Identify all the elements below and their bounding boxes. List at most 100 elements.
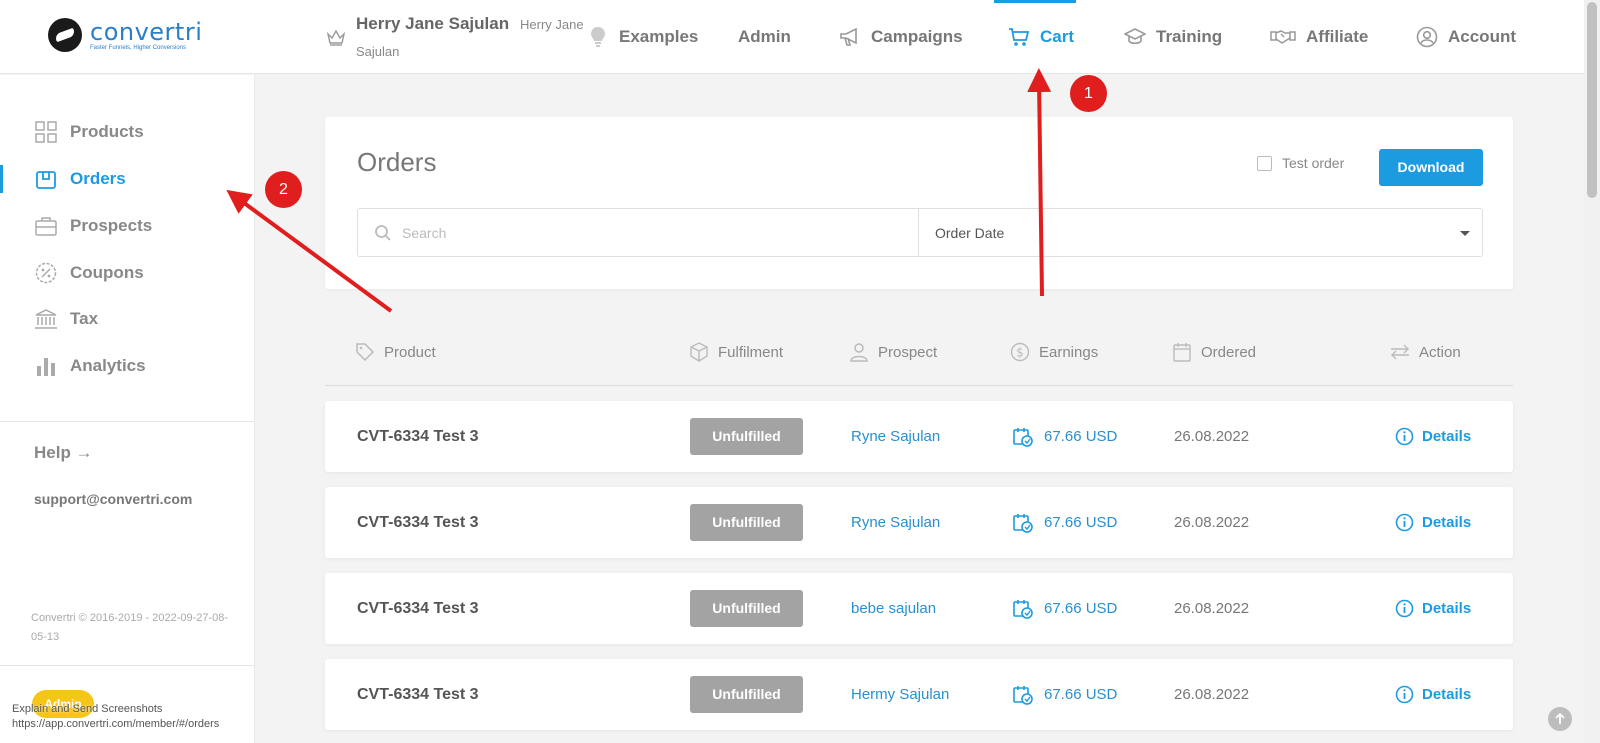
table-header: Product Fulfilment Prospect $ Earnings O… xyxy=(325,336,1513,386)
search-input[interactable]: Search xyxy=(357,208,919,257)
column-header-ordered[interactable]: Ordered xyxy=(1172,342,1256,362)
sort-select[interactable]: Order Date xyxy=(918,208,1483,257)
briefcase-icon xyxy=(34,214,58,238)
support-email[interactable]: support@convertri.com xyxy=(34,491,192,507)
column-label: Earnings xyxy=(1039,343,1099,361)
table-row[interactable]: CVT-6334 Test 3 Unfulfilled bebe sajulan… xyxy=(325,573,1513,644)
svg-text:$: $ xyxy=(1016,346,1024,360)
sidebar-item-coupons[interactable]: Coupons xyxy=(0,253,255,293)
sidebar-item-tax[interactable]: Tax xyxy=(0,299,255,339)
user-circle-icon xyxy=(1416,26,1438,48)
page-title: Orders xyxy=(357,147,437,177)
table-row[interactable]: CVT-6334 Test 3 Unfulfilled Hermy Sajula… xyxy=(325,659,1513,730)
earnings-value: 67.66 USD xyxy=(1044,686,1118,703)
graduation-cap-icon xyxy=(1124,26,1146,48)
prospect-link[interactable]: Hermy Sajulan xyxy=(851,659,949,730)
bar-chart-icon xyxy=(34,354,58,378)
annotation-marker-1: 1 xyxy=(1070,75,1107,112)
details-label: Details xyxy=(1422,686,1472,703)
status-badge: Unfulfilled xyxy=(690,590,803,627)
nav-campaigns[interactable]: Campaigns xyxy=(839,0,963,74)
details-link[interactable]: Details xyxy=(1395,401,1471,472)
sidebar-item-products[interactable]: Products xyxy=(0,112,255,152)
info-icon xyxy=(1395,427,1414,446)
status-cell: Unfulfilled xyxy=(690,573,803,644)
nav-account[interactable]: Account xyxy=(1416,0,1516,74)
column-label: Prospect xyxy=(878,343,938,361)
nav-label: Admin xyxy=(738,27,791,46)
lightbulb-icon xyxy=(587,26,609,48)
order-date: 26.08.2022 xyxy=(1174,514,1250,531)
brand-logo[interactable]: convertri Faster Funnels, Higher Convers… xyxy=(48,18,202,52)
earnings-value: 67.66 USD xyxy=(1044,514,1118,531)
nav-training[interactable]: Training xyxy=(1124,0,1222,74)
product-name: CVT-6334 Test 3 xyxy=(357,513,479,531)
brand-tagline: Faster Funnels, Higher Conversions xyxy=(90,44,187,51)
download-button[interactable]: Download xyxy=(1379,149,1483,186)
sidebar-divider-bottom xyxy=(0,665,255,666)
column-label: Ordered xyxy=(1201,343,1257,361)
column-header-product[interactable]: Product xyxy=(355,342,436,362)
product-name: CVT-6334 Test 3 xyxy=(357,599,479,617)
cart-icon xyxy=(1008,26,1030,48)
bank-icon xyxy=(34,307,58,331)
nav-examples[interactable]: Examples xyxy=(587,0,698,74)
status-badge: Unfulfilled xyxy=(690,504,803,541)
cube-icon xyxy=(689,342,709,362)
info-icon xyxy=(1395,599,1414,618)
nav-admin[interactable]: Admin xyxy=(738,0,791,74)
sidebar-item-analytics[interactable]: Analytics xyxy=(0,346,255,386)
logo-mark-icon xyxy=(48,18,82,52)
test-order-toggle[interactable]: Test order xyxy=(1257,155,1344,171)
prospect-link[interactable]: Ryne Sajulan xyxy=(851,401,940,472)
crown-icon xyxy=(326,29,346,46)
table-row[interactable]: CVT-6334 Test 3 Unfulfilled Ryne Sajulan… xyxy=(325,487,1513,558)
details-link[interactable]: Details xyxy=(1395,487,1471,558)
details-label: Details xyxy=(1422,514,1472,531)
annotation-marker-2: 2 xyxy=(265,171,302,208)
column-header-fulfilment[interactable]: Fulfilment xyxy=(689,342,783,362)
product-name: CVT-6334 Test 3 xyxy=(357,427,479,445)
orders-filter-card: Orders Test order Download Search Order … xyxy=(325,117,1513,289)
details-link[interactable]: Details xyxy=(1395,573,1471,644)
scroll-to-top-button[interactable] xyxy=(1548,707,1572,731)
overlay-caption: Explain and Send Screenshots xyxy=(12,703,163,715)
brand-name: convertri xyxy=(90,17,203,46)
info-icon xyxy=(1395,685,1414,704)
chevron-down-icon xyxy=(1460,231,1470,236)
details-link[interactable]: Details xyxy=(1395,659,1471,730)
sidebar-item-label: Orders xyxy=(70,169,126,188)
sort-select-value: Order Date xyxy=(935,224,1005,241)
help-link[interactable]: Help → xyxy=(34,443,93,463)
earnings-cell: 67.66 USD xyxy=(1012,573,1117,644)
table-row[interactable]: CVT-6334 Test 3 Unfulfilled Ryne Sajulan… xyxy=(325,401,1513,472)
percent-badge-icon xyxy=(34,261,58,285)
nav-affiliate[interactable]: Affiliate xyxy=(1270,0,1368,74)
vertical-scrollbar[interactable] xyxy=(1584,0,1600,743)
column-header-prospect[interactable]: Prospect xyxy=(849,342,937,362)
user-subname: Herry Jane xyxy=(520,17,584,32)
status-badge: Unfulfilled xyxy=(690,676,803,713)
sidebar-item-orders[interactable]: Orders xyxy=(0,159,255,199)
column-label: Product xyxy=(384,343,436,361)
recurring-calendar-icon xyxy=(1012,512,1034,534)
sidebar-item-prospects[interactable]: Prospects xyxy=(0,206,255,246)
column-header-earnings[interactable]: $ Earnings xyxy=(1010,342,1098,362)
details-label: Details xyxy=(1422,428,1472,445)
top-bar: convertri Faster Funnels, Higher Convers… xyxy=(0,0,1584,74)
nav-cart[interactable]: Cart xyxy=(993,0,1077,74)
prospect-link[interactable]: Ryne Sajulan xyxy=(851,487,940,558)
swap-arrows-icon xyxy=(1390,342,1410,362)
nav-label: Cart xyxy=(1040,27,1075,46)
nav-label: Account xyxy=(1448,27,1516,46)
recurring-calendar-icon xyxy=(1012,684,1034,706)
recurring-calendar-icon xyxy=(1012,426,1034,448)
order-date: 26.08.2022 xyxy=(1174,600,1250,617)
details-label: Details xyxy=(1422,600,1472,617)
scrollbar-thumb[interactable] xyxy=(1587,2,1597,198)
earnings-value: 67.66 USD xyxy=(1044,428,1118,445)
prospect-link[interactable]: bebe sajulan xyxy=(851,573,936,644)
sidebar-divider xyxy=(0,421,255,422)
earnings-value: 67.66 USD xyxy=(1044,600,1118,617)
test-order-checkbox[interactable] xyxy=(1257,155,1272,171)
